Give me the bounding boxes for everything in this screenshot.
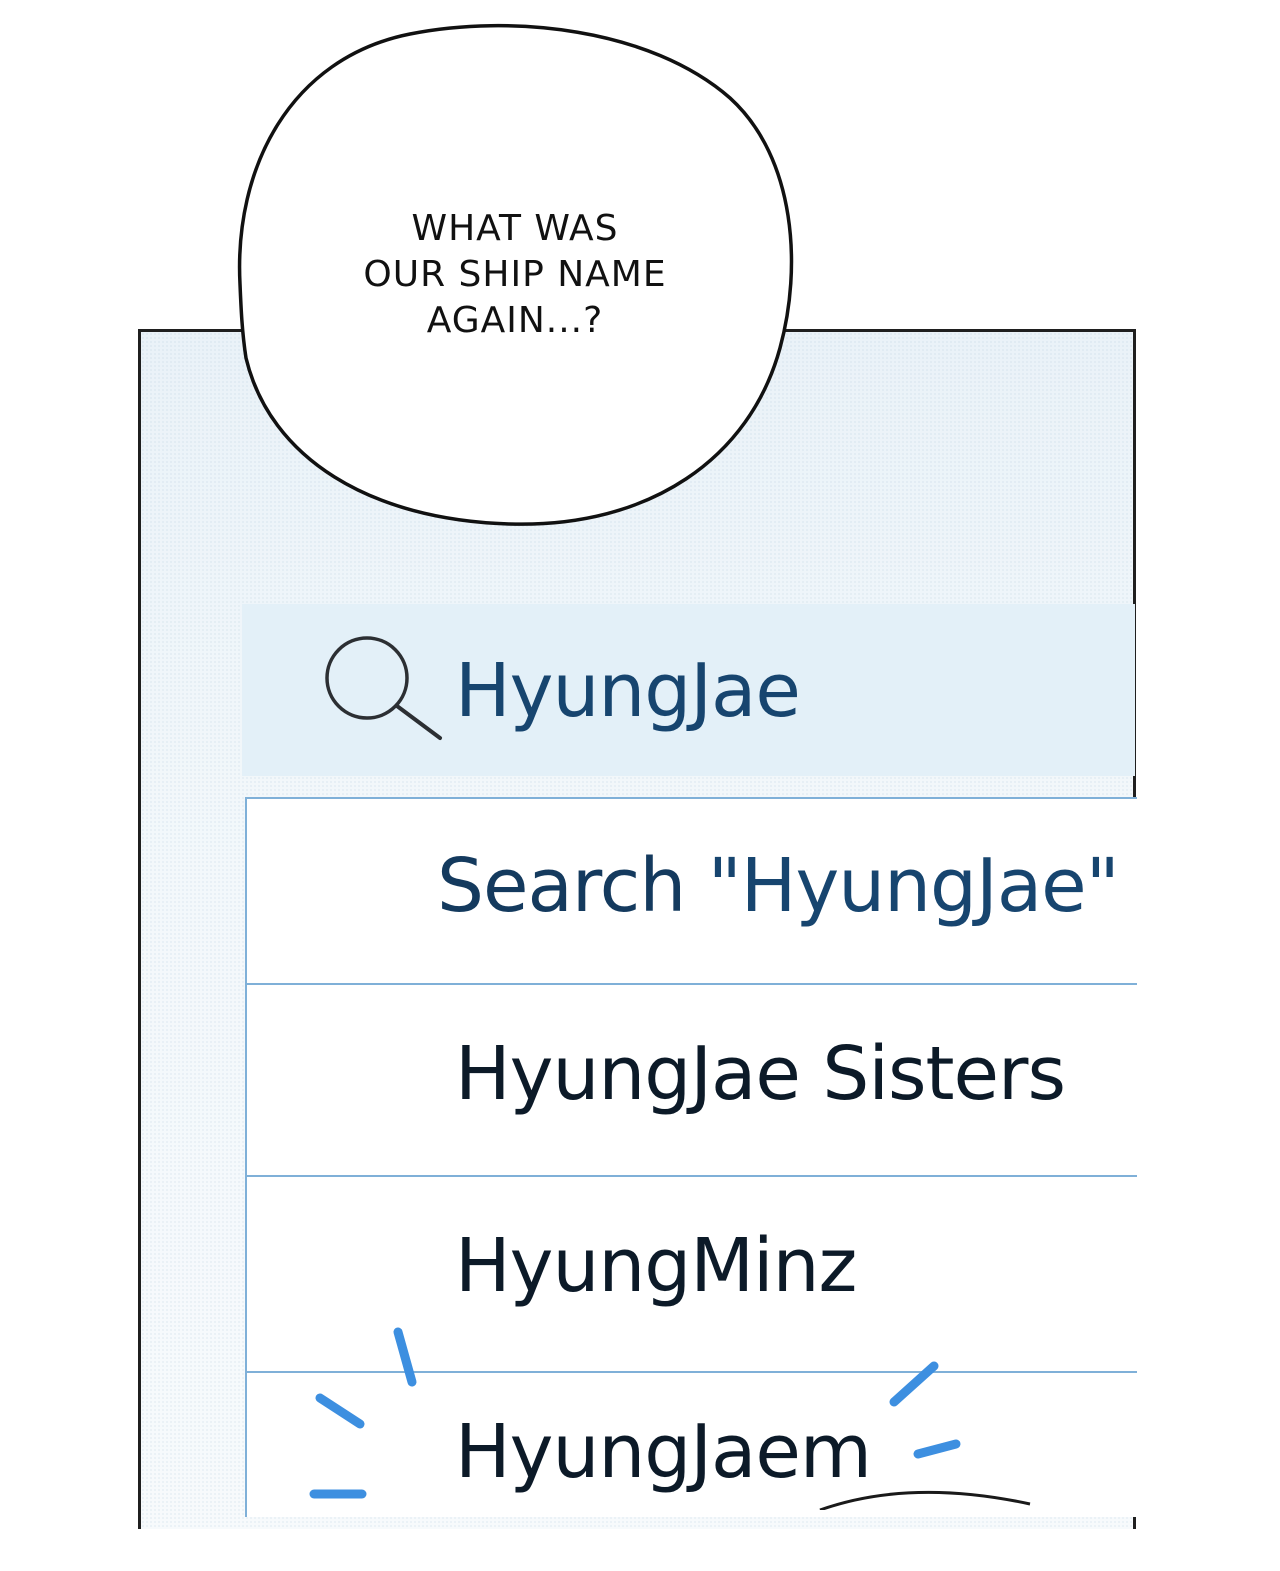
search-suggestion-label: Search "HyungJae" bbox=[437, 843, 1120, 929]
speech-line: OUR SHIP NAME bbox=[363, 254, 667, 295]
list-item[interactable]: HyungJae Sisters bbox=[247, 983, 1137, 1175]
list-item-label: HyungMinz bbox=[455, 1223, 857, 1309]
speech-bubble-text: WHAT WAS OUR SHIP NAME AGAIN...? bbox=[360, 206, 670, 344]
speech-line: WHAT WAS bbox=[411, 208, 619, 249]
search-suggestion-query: "HyungJae" bbox=[707, 843, 1120, 929]
search-icon[interactable] bbox=[322, 634, 446, 744]
search-suggestion-row[interactable]: Search "HyungJae" bbox=[247, 797, 1137, 985]
speech-bubble-edge bbox=[819, 1490, 1031, 1510]
list-item-label: HyungJae Sisters bbox=[455, 1031, 1066, 1117]
speech-line: AGAIN...? bbox=[426, 300, 604, 341]
search-input[interactable]: HyungJae bbox=[455, 648, 801, 734]
search-suggestion-prefix: Search bbox=[437, 843, 708, 929]
